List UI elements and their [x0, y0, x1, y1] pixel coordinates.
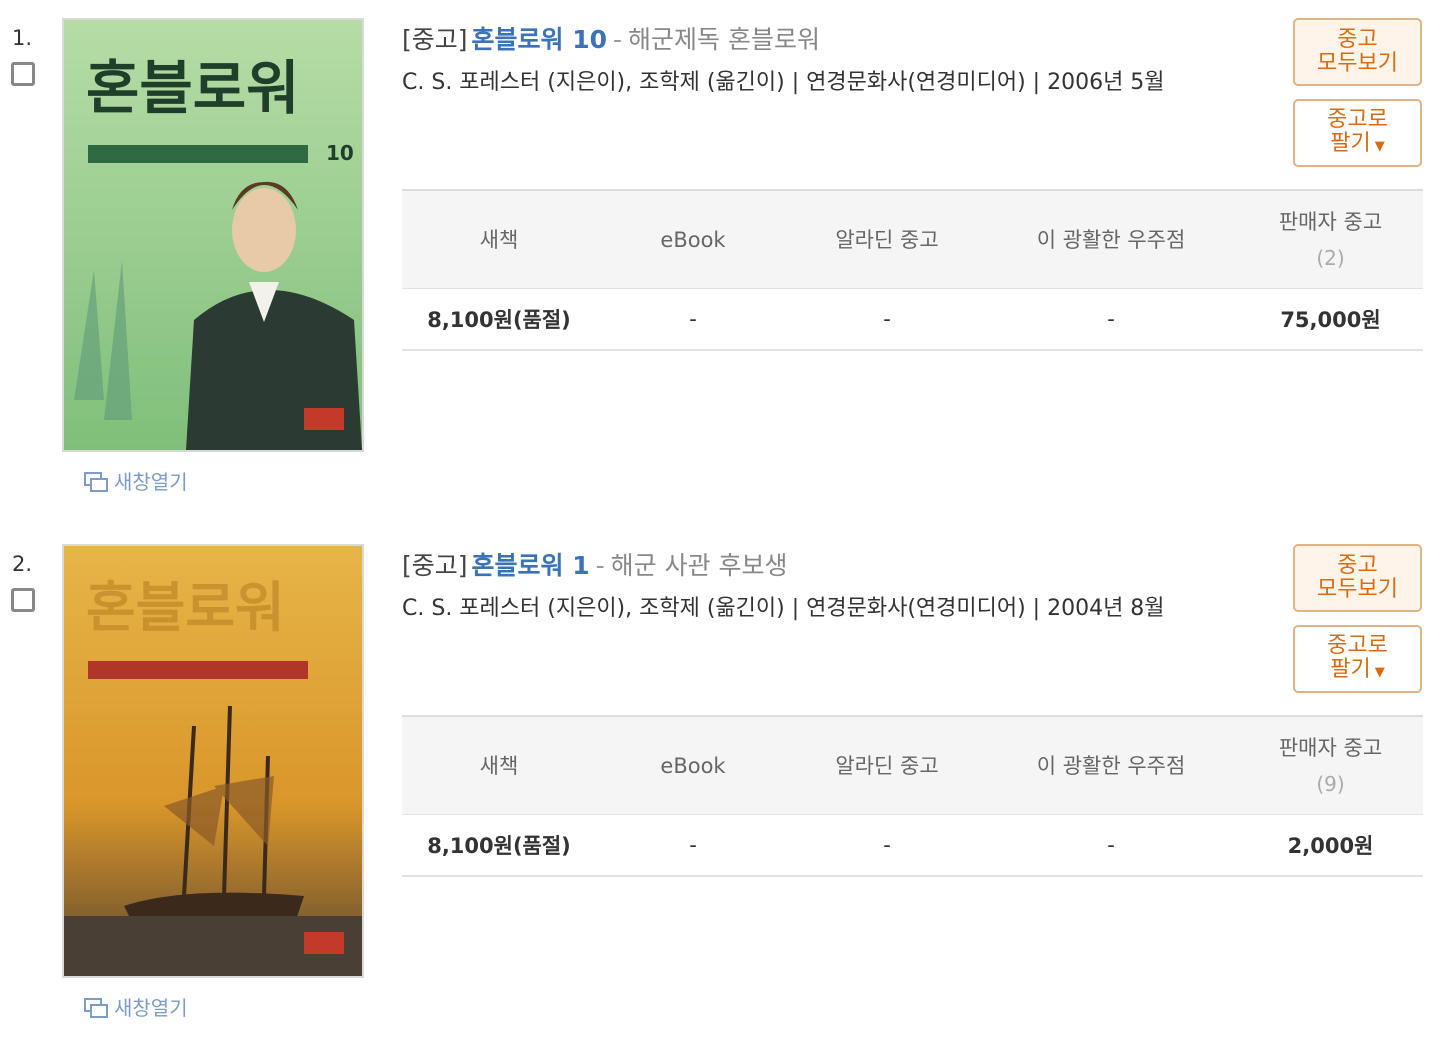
button-label-line: 중고 — [1337, 553, 1378, 578]
button-label-line: 모두보기 — [1317, 51, 1398, 76]
book-cover-image[interactable]: 혼블로워 10 — [62, 18, 364, 452]
book-cover-image[interactable]: 혼블로워 — [62, 544, 364, 978]
price-new-book: 8,100원(품절) — [427, 834, 571, 858]
new-window-icon — [84, 997, 108, 1018]
button-label-line: 팔기 — [1330, 130, 1371, 156]
button-label-line: 팔기 — [1330, 656, 1371, 682]
select-checkbox[interactable] — [11, 62, 35, 86]
seller-used-count: (2) — [1316, 245, 1345, 270]
result-number: 2. — [12, 552, 33, 576]
sell-used-button[interactable]: 중고로 팔기 ▼ — [1293, 99, 1422, 167]
header-store-used: 이 광활한 우주점 — [1036, 753, 1186, 778]
price-table-header: 새책 eBook 알라딘 중고 이 광활한 우주점 판매자 중고 (2) — [402, 189, 1423, 289]
header-new-book: 새책 — [479, 227, 519, 252]
search-result-item-2: 2. 혼블로워 새창열기 [중고] 혼블로워 1 - 해군 사관 후보생 C. … — [0, 526, 1444, 1046]
title-line: [중고] 혼블로워 1- 해군 사관 후보생 — [402, 546, 788, 582]
view-all-used-button[interactable]: 중고 모두보기 — [1293, 544, 1422, 612]
title-separator: - — [613, 25, 623, 54]
seller-used-count: (9) — [1316, 771, 1345, 796]
header-seller-used: 판매자 중고 (9) — [1238, 730, 1423, 802]
open-new-window-label: 새창열기 — [114, 996, 188, 1020]
used-tag: [중고] — [402, 551, 468, 580]
book-meta: C. S. 포레스터 (지은이), 조학제 (옮긴이) | 연경문화사(연경미디… — [402, 596, 1165, 621]
view-all-used-button[interactable]: 중고 모두보기 — [1293, 18, 1422, 86]
price-seller-used[interactable]: 75,000원 — [1238, 304, 1423, 334]
price-new-book: 8,100원(품절) — [427, 308, 571, 332]
book-title-link[interactable]: 혼블로워 1 — [472, 551, 590, 580]
caret-down-icon: ▼ — [1374, 138, 1385, 154]
price-table: 새책 eBook 알라딘 중고 이 광활한 우주점 판매자 중고 (2) 8,1… — [402, 189, 1423, 351]
seller-used-label: 판매자 중고 — [1278, 735, 1383, 760]
header-seller-used: 판매자 중고 (2) — [1238, 204, 1423, 276]
price-table-header: 새책 eBook 알라딘 중고 이 광활한 우주점 판매자 중고 (9) — [402, 715, 1423, 815]
header-store-used: 이 광활한 우주점 — [1036, 227, 1186, 252]
sell-used-button[interactable]: 중고로 팔기 ▼ — [1293, 625, 1422, 693]
title-line: [중고] 혼블로워 10- 해군제독 혼블로워 — [402, 20, 820, 56]
book-meta: C. S. 포레스터 (지은이), 조학제 (옮긴이) | 연경문화사(연경미디… — [402, 70, 1165, 95]
price-aladin-used: - — [883, 307, 891, 331]
used-tag: [중고] — [402, 25, 468, 54]
price-seller-used[interactable]: 2,000원 — [1238, 830, 1423, 860]
cover-title-text: 혼블로워 — [86, 576, 285, 639]
open-new-window-link[interactable]: 새창열기 — [84, 992, 188, 1021]
price-store-used: - — [1107, 307, 1115, 331]
price-store-used: - — [1107, 833, 1115, 857]
price-ebook: - — [689, 307, 697, 331]
button-label-line: 모두보기 — [1317, 577, 1398, 602]
title-separator: - — [595, 551, 605, 580]
new-window-icon — [84, 471, 108, 492]
button-label-line: 중고 — [1337, 27, 1378, 52]
header-ebook: eBook — [660, 753, 726, 778]
open-new-window-link[interactable]: 새창열기 — [84, 466, 188, 495]
cover-volume-text: 10 — [326, 141, 354, 165]
book-title-link[interactable]: 혼블로워 10 — [472, 25, 608, 54]
price-table-row: 8,100원(품절) - - - 75,000원 — [402, 289, 1423, 351]
caret-down-icon: ▼ — [1374, 664, 1385, 680]
result-number: 1. — [12, 26, 33, 50]
price-table: 새책 eBook 알라딘 중고 이 광활한 우주점 판매자 중고 (9) 8,1… — [402, 715, 1423, 877]
button-label-line: 중고로 — [1327, 106, 1388, 132]
header-aladin-used: 알라딘 중고 — [835, 753, 939, 778]
open-new-window-label: 새창열기 — [114, 470, 188, 494]
header-new-book: 새책 — [479, 753, 519, 778]
book-subtitle: 해군 사관 후보생 — [610, 551, 788, 580]
header-ebook: eBook — [660, 227, 726, 252]
seller-used-label: 판매자 중고 — [1278, 209, 1383, 234]
select-checkbox[interactable] — [11, 588, 35, 612]
price-ebook: - — [689, 833, 697, 857]
book-subtitle: 해군제독 혼블로워 — [628, 25, 820, 54]
cover-title-text: 혼블로워 — [86, 54, 299, 122]
price-table-row: 8,100원(품절) - - - 2,000원 — [402, 815, 1423, 877]
search-result-item-1: 1. 혼블로워 10 새창열기 [중고] 혼블로워 10 - 해군제독 혼블로워… — [0, 0, 1444, 520]
price-aladin-used: - — [883, 833, 891, 857]
header-aladin-used: 알라딘 중고 — [835, 227, 939, 252]
button-label-line: 중고로 — [1327, 632, 1388, 658]
